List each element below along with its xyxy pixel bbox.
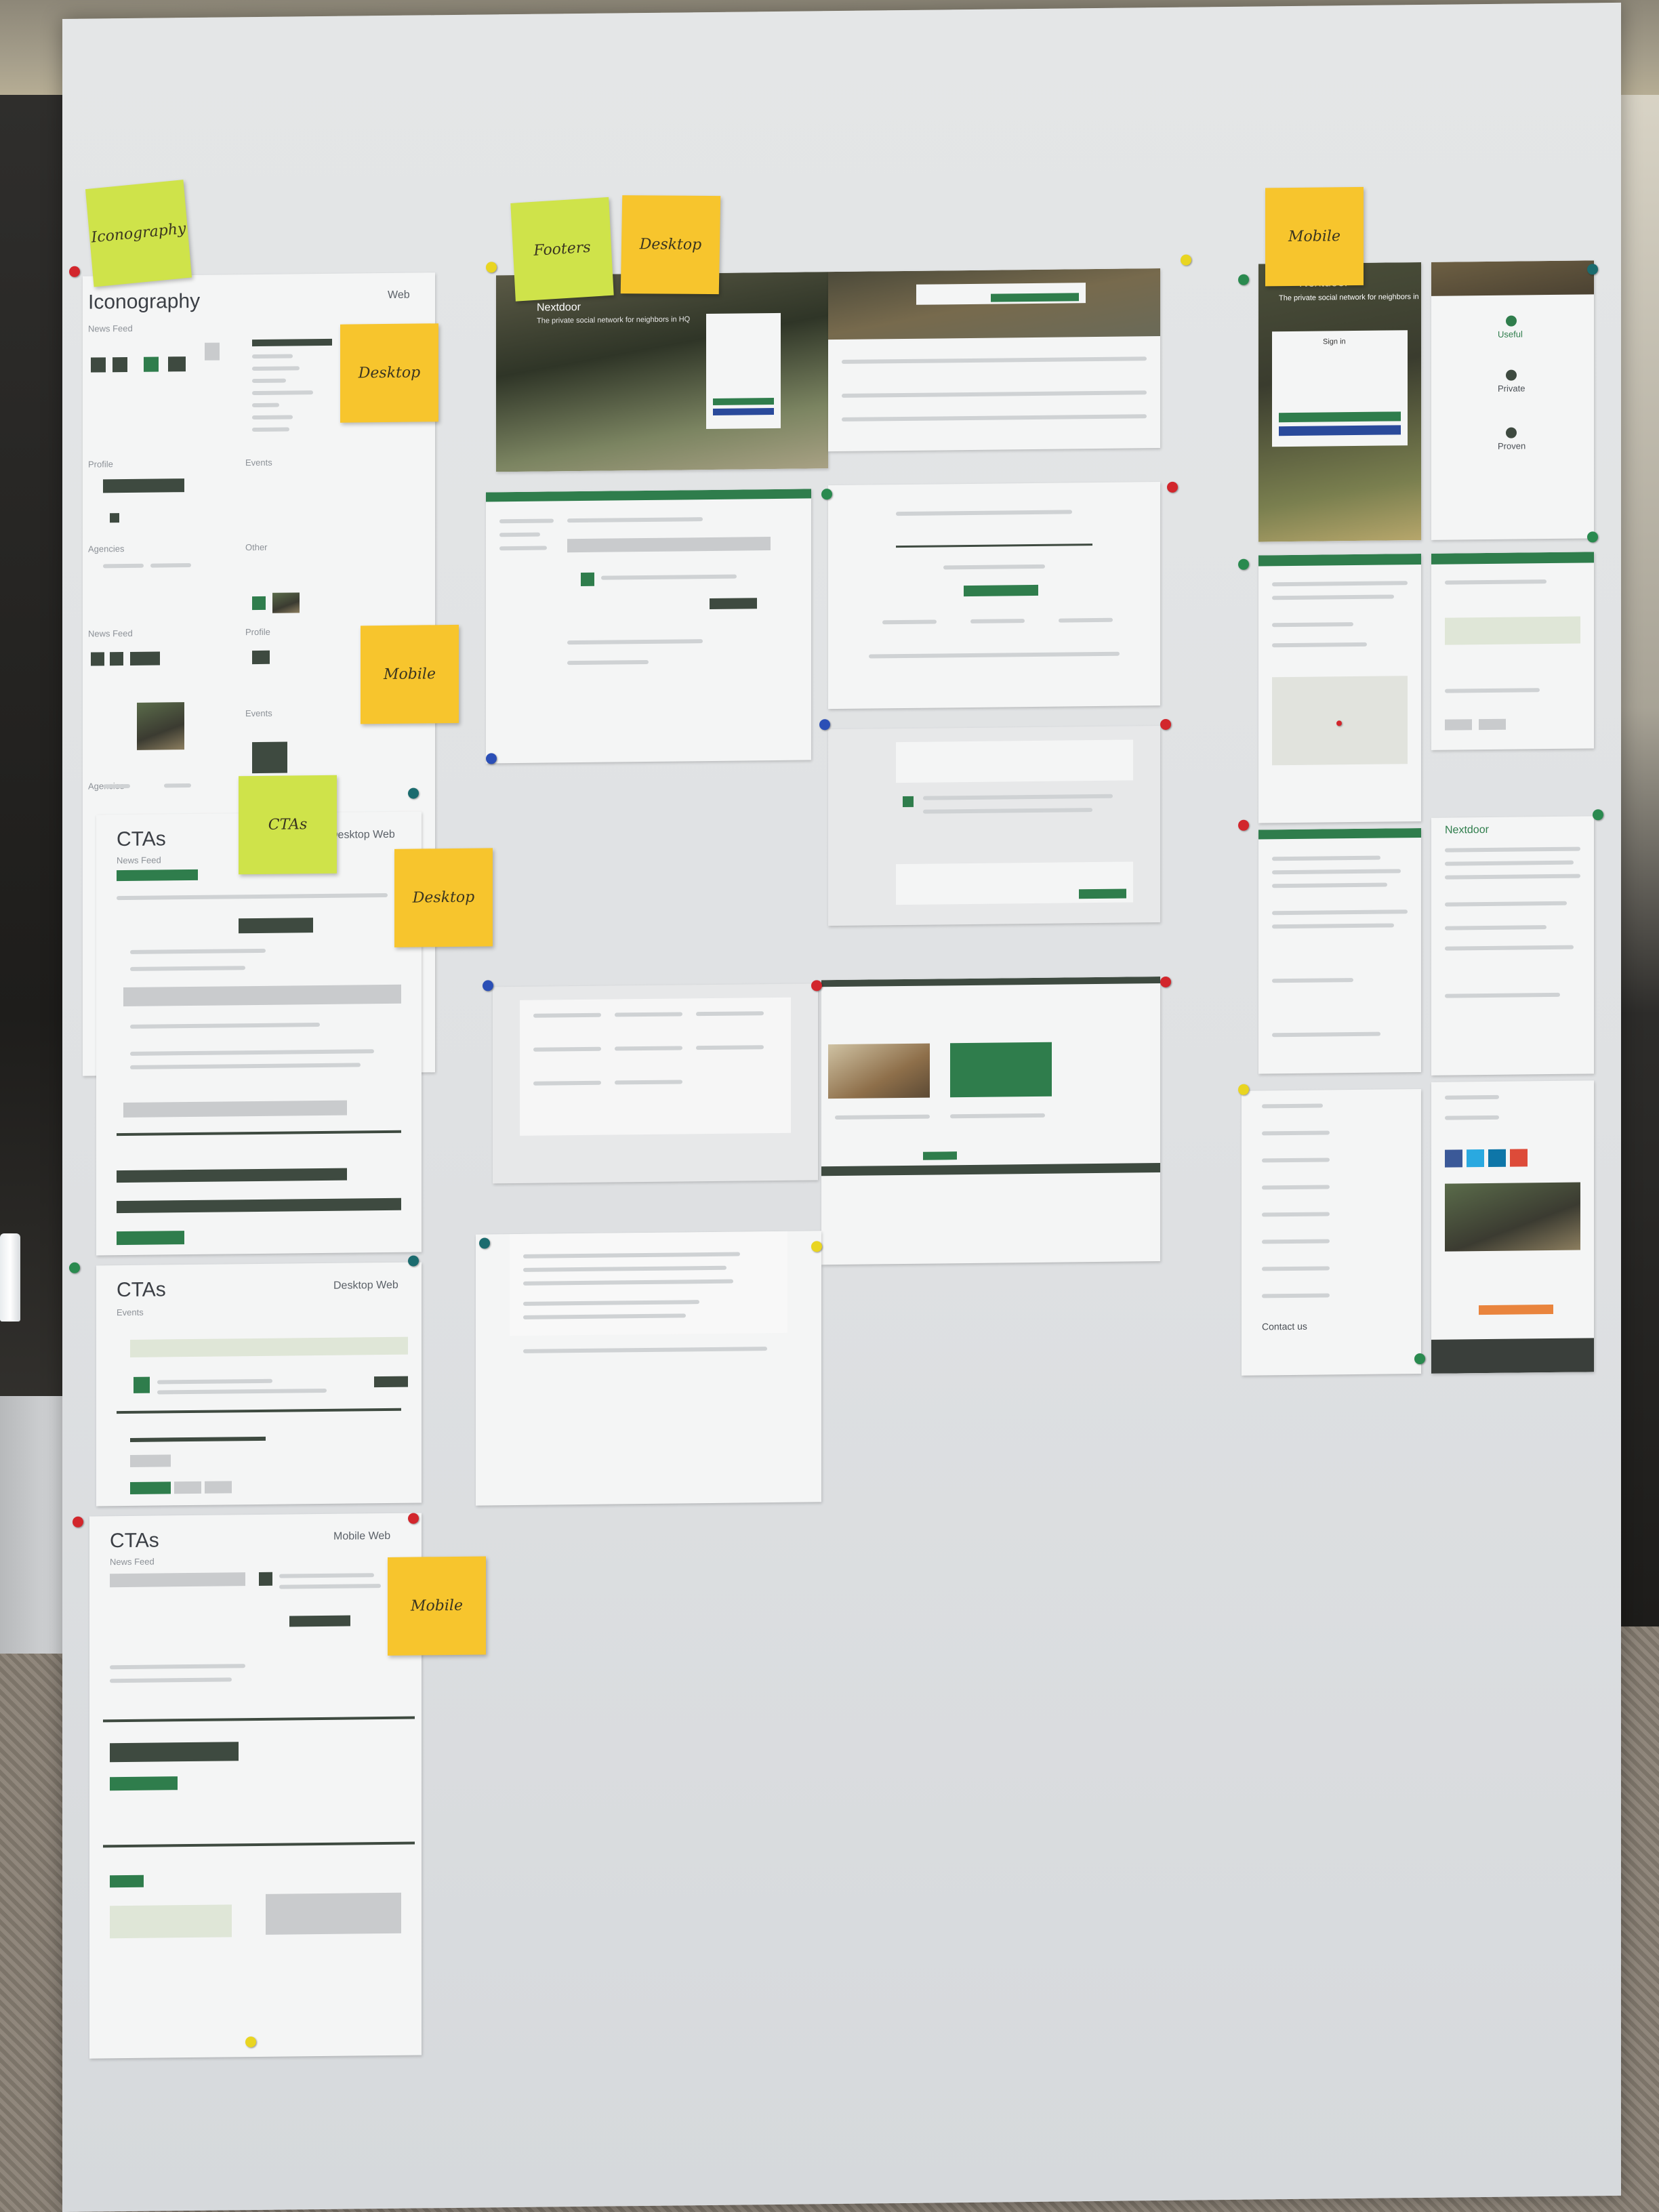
photo-scene: Iconography Web News Feed Profile Events… <box>0 0 1659 2212</box>
mobile-tagline: The private social network for neighbors… <box>1279 292 1421 303</box>
push-pin <box>479 1237 490 1249</box>
section-label: Events <box>117 1307 144 1318</box>
sticky-note-desktop-top: Desktop <box>620 195 721 295</box>
cta-sheet-mobile: CTAs Mobile Web News Feed <box>89 1513 422 2059</box>
sheet-corner-label: Desktop Web <box>330 828 395 841</box>
push-pin <box>408 1513 419 1524</box>
push-pin <box>821 489 832 500</box>
footer-sheet-stories <box>821 977 1160 1265</box>
mobile-feed-sheet <box>1258 554 1421 823</box>
cta-sheet-desktop-newsfeed: CTAs Desktop Web News Feed <box>96 811 422 1256</box>
footer-hero-sheet: Nextdoor The private social network for … <box>496 272 828 472</box>
push-pin <box>811 980 822 991</box>
section-label: Profile <box>245 626 270 638</box>
cta-sheet-desktop-events: CTAs Desktop Web Events <box>96 1262 422 1507</box>
sheet-title: Iconography <box>88 289 201 314</box>
push-pin <box>69 266 80 277</box>
footer-sheet-newsfeed <box>486 489 811 764</box>
section-label: Events <box>245 708 272 719</box>
brand-name: Nextdoor <box>1445 823 1489 836</box>
footer-sheet-support <box>828 726 1160 926</box>
mobile-signin: Sign in <box>1323 337 1346 346</box>
feature-useful: Useful <box>1498 329 1523 340</box>
sticky-note-ctas: CTAs <box>239 775 337 875</box>
contact-us-label: Contact us <box>1262 1320 1307 1332</box>
push-pin <box>1593 809 1603 821</box>
section-label: Events <box>245 457 272 468</box>
push-pin <box>811 1241 822 1252</box>
push-pin <box>1181 254 1191 266</box>
sticky-note-mobile-icon: Mobile <box>361 624 459 724</box>
footer-sheet-top <box>828 268 1160 452</box>
hero-brand: Nextdoor <box>537 301 581 314</box>
sheet-corner-label: Mobile Web <box>333 1530 391 1542</box>
feature-proven: Proven <box>1498 441 1526 451</box>
push-pin <box>1587 531 1598 543</box>
filing-cabinet <box>0 1396 68 1654</box>
push-pin <box>1238 1084 1249 1095</box>
push-pin <box>1238 558 1249 570</box>
sticky-note-mobile-cta: Mobile <box>388 1556 486 1656</box>
whiteboard-wall: Iconography Web News Feed Profile Events… <box>62 2 1621 2212</box>
mobile-post-sheet <box>1258 828 1421 1074</box>
sheet-corner-label: Desktop Web <box>333 1279 398 1292</box>
section-label: News Feed <box>88 323 133 334</box>
push-pin <box>245 2036 256 2048</box>
push-pin <box>1587 264 1598 275</box>
push-pin <box>483 980 493 991</box>
push-pin <box>408 787 419 799</box>
push-pin <box>486 753 497 764</box>
sticky-note-footers: Footers <box>510 197 614 302</box>
push-pin <box>1414 1353 1425 1365</box>
push-pin <box>819 719 830 731</box>
sticky-note-mobile-top: Mobile <box>1265 186 1364 287</box>
mobile-event-sheet <box>1431 552 1594 750</box>
push-pin <box>1167 481 1178 493</box>
section-label: News Feed <box>110 1556 155 1568</box>
push-pin <box>1160 718 1171 731</box>
section-label: News Feed <box>117 855 161 866</box>
sheet-title: CTAs <box>117 1278 166 1302</box>
push-pin <box>1238 819 1249 831</box>
section-label: Other <box>245 541 268 553</box>
footer-sheet-links <box>493 983 818 1184</box>
section-label: News Feed <box>88 628 133 639</box>
sheet-title: CTAs <box>110 1529 159 1553</box>
footer-sheet-guidelines <box>476 1231 821 1506</box>
push-pin <box>408 1255 419 1267</box>
push-pin <box>69 1262 80 1273</box>
section-label: Agencies <box>88 544 125 554</box>
push-pin <box>1238 274 1249 285</box>
mobile-signin-sheet: Nextdoor The private social network for … <box>1258 262 1421 542</box>
sheet-title: CTAs <box>117 827 166 851</box>
push-pin <box>486 262 497 273</box>
hero-tagline: The private social network for neighbors… <box>537 315 691 325</box>
feature-private: Private <box>1498 383 1525 394</box>
sheet-corner-label: Web <box>388 289 410 301</box>
mobile-menu-sheet: Contact us <box>1242 1089 1421 1376</box>
section-label: Profile <box>88 459 113 470</box>
hand-sanitizer-bottle <box>0 1233 20 1322</box>
mobile-brand-sheet: Nextdoor <box>1431 816 1594 1076</box>
sticky-note-iconography: Iconography <box>85 180 192 287</box>
sticky-note-desktop-icon: Desktop <box>340 323 438 423</box>
footer-sheet-signup <box>828 482 1160 710</box>
push-pin <box>73 1516 83 1528</box>
background-room-right <box>1618 95 1659 1626</box>
mobile-features-sheet: Useful Private Proven <box>1431 260 1594 540</box>
push-pin <box>1160 976 1171 988</box>
mobile-footer-sheet <box>1431 1080 1594 1374</box>
sticky-note-desktop-cta: Desktop <box>394 848 493 947</box>
